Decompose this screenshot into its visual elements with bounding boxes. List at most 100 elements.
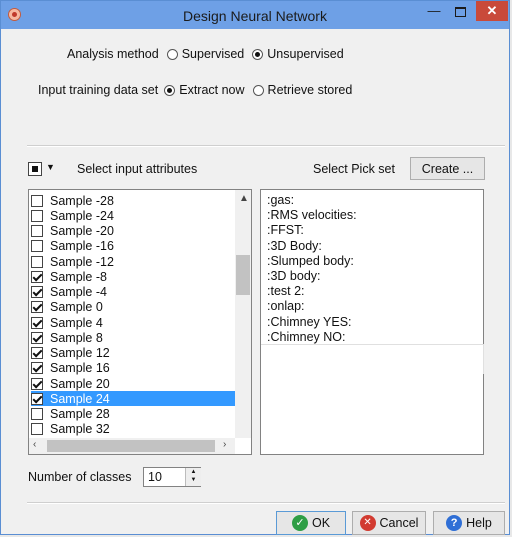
attribute-list[interactable]: Sample -28 Sample -24 Sample -20 Sample -16… <box>28 189 252 455</box>
attribute-label: Sample 0 <box>50 300 103 315</box>
pick-set-item[interactable]: :RMS velocities: <box>267 208 357 223</box>
close-button[interactable]: ✕ <box>476 1 508 21</box>
pick-set-item[interactable]: :Chimney YES: <box>267 315 352 330</box>
attribute-label: Sample -4 <box>50 285 107 299</box>
number-of-classes-value[interactable]: 10 <box>148 470 162 484</box>
vertical-scrollbar[interactable]: ▲ <box>235 190 251 438</box>
retrieve-stored-radio[interactable] <box>252 84 264 96</box>
attribute-list-item[interactable]: Sample 12 <box>31 346 235 361</box>
list-divider <box>261 344 483 345</box>
attribute-checkbox[interactable] <box>31 423 43 436</box>
input-training-row: Input training data set Extract now Retr… <box>38 83 352 97</box>
attribute-list-item[interactable]: Sample -24 <box>31 208 235 223</box>
pick-set-item[interactable]: :Slumped body: <box>267 254 354 269</box>
attribute-list-item[interactable]: Sample 28 <box>31 407 235 422</box>
number-of-classes-spinbox[interactable]: 10 ▲ ▼ <box>143 467 201 487</box>
attribute-list-item[interactable]: Sample 24 <box>31 391 235 407</box>
list-column-divider <box>483 344 484 374</box>
pick-set-item[interactable]: :onlap: <box>267 299 305 314</box>
attribute-checkbox[interactable] <box>31 377 43 390</box>
attribute-checkbox[interactable] <box>31 255 43 268</box>
supervised-radio[interactable] <box>166 48 178 60</box>
attribute-list-item[interactable]: Sample -20 <box>31 224 235 239</box>
attribute-checkbox[interactable] <box>31 331 43 344</box>
pick-set-item[interactable]: :Chimney NO: <box>267 330 346 345</box>
scroll-right-icon[interactable]: › <box>223 439 226 450</box>
attribute-list-item[interactable]: Sample -16 <box>31 239 235 254</box>
attribute-list-item[interactable]: Sample 0 <box>31 300 235 315</box>
cancel-label: Cancel <box>379 516 419 530</box>
help-icon: ? <box>446 515 463 531</box>
attribute-list-item[interactable]: Sample -8 <box>31 269 235 284</box>
maximize-button[interactable] <box>447 1 473 21</box>
attribute-checkbox[interactable] <box>31 209 43 222</box>
checkmark-icon: ✓ <box>291 515 308 531</box>
horizontal-scrollbar[interactable]: ‹ › <box>29 438 235 454</box>
supervised-label[interactable]: Supervised <box>182 47 245 61</box>
cancel-icon: ✕ <box>359 515 376 531</box>
unsupervised-radio[interactable] <box>252 48 264 60</box>
select-input-attributes-label: Select input attributes <box>77 162 198 176</box>
attribute-list-item[interactable]: Sample -4 <box>31 285 235 300</box>
select-all-toggle[interactable] <box>28 162 42 176</box>
extract-now-label[interactable]: Extract now <box>179 83 244 97</box>
ok-button[interactable]: ✓ OK <box>276 511 346 535</box>
minimize-button[interactable]: — <box>421 1 447 21</box>
attribute-label: Sample -8 <box>50 269 107 284</box>
attribute-checkbox[interactable] <box>31 392 43 405</box>
attribute-checkbox[interactable] <box>31 286 43 298</box>
pick-set-item[interactable]: :FFST: <box>267 223 304 238</box>
create-button[interactable]: Create ... <box>410 157 485 180</box>
analysis-method-row: Analysis method Supervised Unsupervised <box>67 47 344 61</box>
attribute-checkbox[interactable] <box>31 240 43 253</box>
attribute-label: Sample -20 <box>50 224 114 238</box>
attribute-checkbox[interactable] <box>31 316 43 329</box>
attribute-list-item[interactable]: Sample 32 <box>31 422 235 437</box>
footer-separator <box>27 502 505 504</box>
attribute-checkbox[interactable] <box>31 301 43 314</box>
attribute-list-item[interactable]: Sample 20 <box>31 376 235 391</box>
attribute-label: Sample -16 <box>50 239 114 254</box>
attribute-list-item[interactable]: Sample 4 <box>31 315 235 330</box>
pick-set-item[interactable]: :gas: <box>267 193 294 208</box>
scroll-up-icon[interactable]: ▲ <box>239 193 249 204</box>
attribute-list-item[interactable]: Sample -28 <box>31 193 235 208</box>
attribute-label: Sample 24 <box>50 391 110 406</box>
scroll-left-icon[interactable]: ‹ <box>33 439 36 450</box>
attribute-list-item[interactable]: Sample 16 <box>31 361 235 376</box>
attribute-list-item[interactable]: Sample -12 <box>31 254 235 269</box>
hscroll-thumb[interactable] <box>47 440 215 452</box>
attribute-label: Sample -24 <box>50 208 114 223</box>
ok-label: OK <box>311 516 331 530</box>
number-of-classes-label: Number of classes <box>28 470 132 484</box>
unsupervised-label[interactable]: Unsupervised <box>267 47 343 61</box>
attribute-checkbox[interactable] <box>31 408 43 420</box>
scroll-thumb[interactable] <box>236 255 250 295</box>
title-bar[interactable]: Design Neural Network — ✕ <box>1 1 509 29</box>
attribute-checkbox[interactable] <box>31 347 43 359</box>
attribute-checkbox[interactable] <box>31 225 43 237</box>
attribute-label: Sample 32 <box>50 422 110 437</box>
attribute-checkbox[interactable] <box>31 270 43 283</box>
maximize-icon <box>454 7 466 17</box>
pick-set-item[interactable]: :test 2: <box>267 284 305 299</box>
help-button[interactable]: ? Help <box>433 511 505 535</box>
attribute-label: Sample -12 <box>50 254 114 269</box>
chevron-down-icon[interactable]: ▼ <box>46 162 55 172</box>
separator <box>27 145 505 147</box>
attribute-checkbox[interactable] <box>31 194 43 207</box>
attribute-list-item[interactable]: Sample 8 <box>31 330 235 345</box>
cancel-button[interactable]: ✕ Cancel <box>352 511 426 535</box>
retrieve-stored-label[interactable]: Retrieve stored <box>268 83 353 97</box>
attribute-label: Sample 20 <box>50 376 110 391</box>
pick-set-list[interactable]: :gas::RMS velocities::FFST::3D Body::Slu… <box>260 189 484 455</box>
attribute-checkbox[interactable] <box>31 362 43 375</box>
help-label: Help <box>466 516 492 530</box>
attribute-label: Sample 4 <box>50 315 103 330</box>
pick-set-item[interactable]: :3D body: <box>267 269 321 284</box>
attribute-label: Sample 12 <box>50 346 110 360</box>
spin-arrows-icon[interactable]: ▲ ▼ <box>185 468 201 486</box>
extract-now-radio[interactable] <box>164 84 176 96</box>
pick-set-item[interactable]: :3D Body: <box>267 239 322 254</box>
analysis-method-label: Analysis method <box>67 47 159 61</box>
